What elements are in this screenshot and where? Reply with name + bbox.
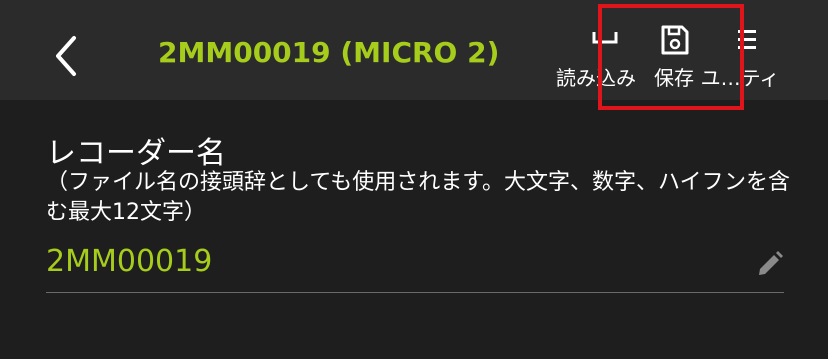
chevron-left-icon (56, 36, 76, 76)
recorder-name-field[interactable]: 2MM00019 (46, 244, 212, 279)
edit-button[interactable] (756, 250, 784, 278)
recorder-name-help-text: （ファイル名の接頭辞としても使用されます。大文字、数字、ハイフンを含む最大12文… (46, 170, 791, 225)
highlight-box (598, 4, 744, 110)
recorder-name-label: レコーダー名 (46, 136, 226, 171)
back-button[interactable] (46, 34, 86, 78)
recorder-name-underline (46, 292, 784, 293)
page-title: 2MM00019 (MICRO 2) (158, 36, 500, 69)
pencil-icon (759, 251, 783, 275)
top-bar: 2MM00019 (MICRO 2) 読み込み 保存 ユ…ティ (0, 0, 828, 110)
